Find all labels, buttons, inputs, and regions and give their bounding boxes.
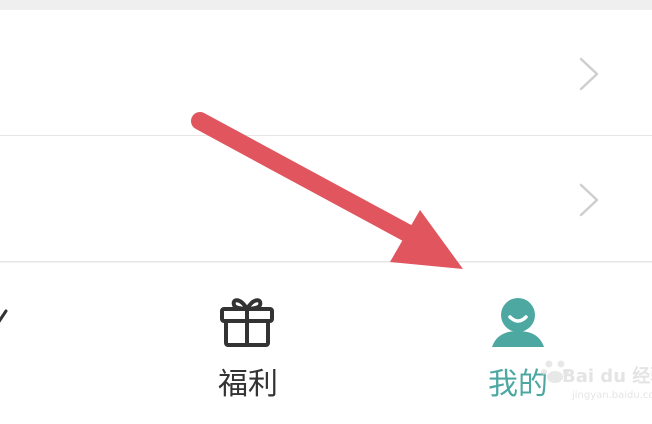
list-item[interactable] [0,10,652,136]
gift-icon [220,298,274,347]
watermark: Bai du 经验 jingyan.baidu.com [540,352,652,408]
tab-welfare[interactable]: 福利 [190,263,310,424]
watermark-url: jingyan.baidu.com [572,390,652,401]
top-divider [0,0,652,10]
watermark-brand: Bai du 经验 [562,366,652,387]
chevron-right-icon [579,57,599,91]
chevron-right-icon [579,183,599,217]
list-item[interactable] [0,136,652,262]
tab-label: 福利 [218,367,278,402]
settings-list [0,10,652,262]
tab-label: 我的 [488,367,548,402]
tab-discover[interactable]: 选 [0,263,30,424]
compass-icon [0,309,8,323]
person-icon [492,298,544,347]
